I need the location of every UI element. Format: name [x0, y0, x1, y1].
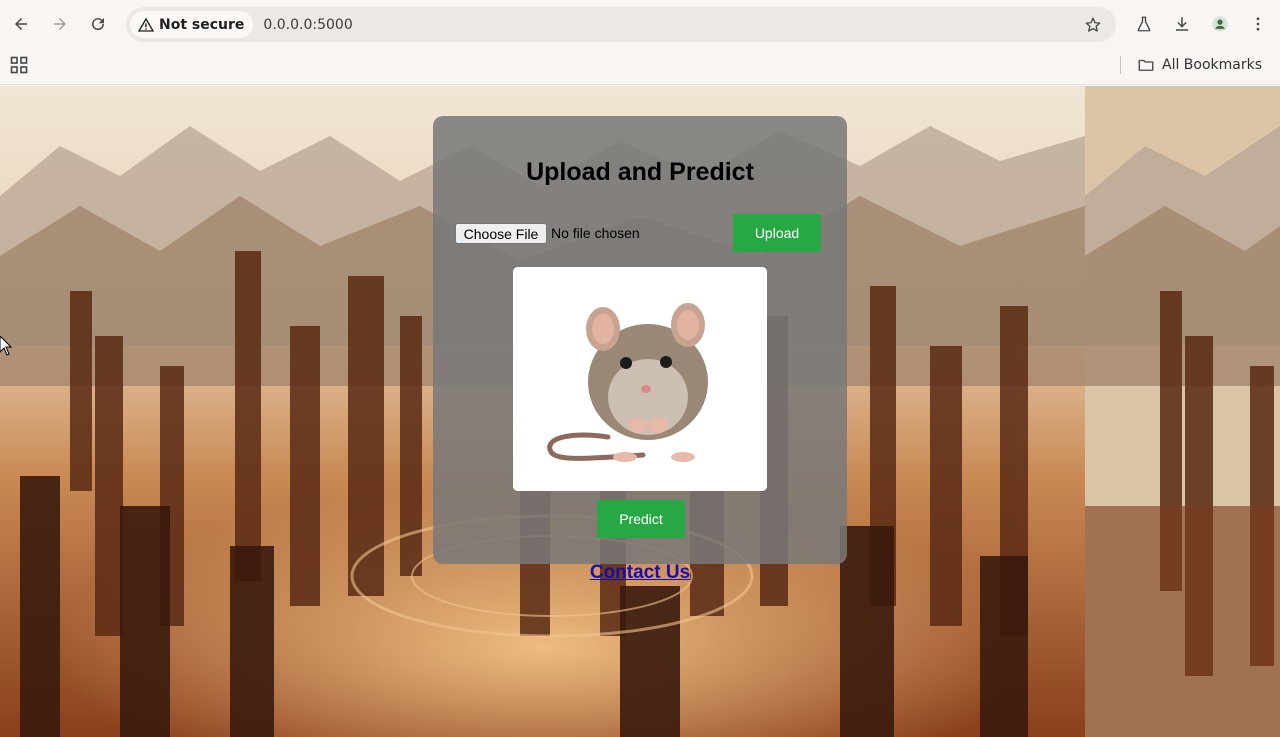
url-text[interactable]: 0.0.0.0:5000 — [263, 17, 352, 33]
profile-icon — [1212, 16, 1228, 32]
all-bookmarks-label: All Bookmarks — [1162, 57, 1263, 73]
forward-button[interactable] — [45, 9, 75, 39]
apps-grid-icon[interactable] — [10, 56, 28, 74]
background-image-repeat — [1085, 86, 1280, 737]
contact-us-link[interactable]: Contact Us — [0, 562, 1280, 584]
browser-toolbar: Not secure 0.0.0.0:5000 — [0, 0, 1280, 48]
star-icon — [1085, 17, 1100, 32]
back-button[interactable] — [6, 9, 36, 39]
downloads-button[interactable] — [1167, 9, 1197, 39]
reload-button[interactable] — [83, 9, 113, 39]
flask-icon — [1137, 16, 1151, 32]
bookmarks-bar: All Bookmarks — [0, 48, 1280, 85]
file-status-text: No file chosen — [551, 225, 640, 241]
labs-button[interactable] — [1129, 9, 1159, 39]
bookmarks-separator — [1120, 56, 1121, 74]
kebab-menu-icon — [1256, 17, 1260, 31]
arrow-right-icon — [54, 18, 66, 30]
warning-triangle-icon — [138, 17, 154, 32]
reload-icon — [92, 18, 105, 31]
security-label: Not secure — [159, 16, 245, 33]
choose-file-button[interactable]: Choose File — [455, 223, 547, 244]
mouse-cursor-icon — [0, 336, 12, 356]
page-title: Upload and Predict — [526, 158, 754, 186]
download-icon — [1176, 17, 1188, 31]
folder-icon — [1138, 59, 1154, 71]
menu-button[interactable] — [1243, 9, 1273, 39]
profile-button[interactable] — [1205, 9, 1235, 39]
security-chip[interactable]: Not secure — [130, 11, 254, 38]
address-bar[interactable]: Not secure 0.0.0.0:5000 — [126, 7, 1116, 42]
arrow-left-icon — [15, 18, 27, 30]
all-bookmarks-button[interactable]: All Bookmarks — [1137, 53, 1262, 77]
upload-button[interactable]: Upload — [733, 214, 821, 252]
predict-button[interactable]: Predict — [597, 500, 685, 538]
upload-card: Upload and Predict Choose File No file c… — [433, 116, 847, 564]
bookmark-star-button[interactable] — [1079, 11, 1106, 38]
image-preview — [513, 267, 767, 491]
page-viewport: Upload and Predict Choose File No file c… — [0, 86, 1280, 737]
mouse-image — [513, 267, 767, 491]
